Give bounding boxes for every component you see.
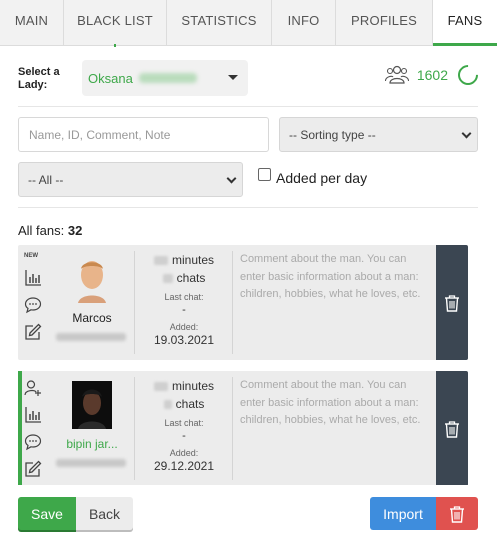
trash-icon (445, 420, 459, 438)
chat-icon[interactable] (24, 296, 42, 314)
added-date: 19.03.2021 (153, 333, 215, 347)
fan-stats: minutes chats Last chat: - Added: 19.03.… (136, 251, 232, 347)
fan-card: NEW Marcos minutes chats Last chat: - Ad… (18, 245, 468, 360)
added-label: Added: (169, 448, 199, 458)
fans-list: NEW Marcos minutes chats Last chat: - Ad… (18, 245, 480, 485)
divider (134, 251, 135, 354)
blurred-value (163, 399, 172, 409)
last-chat-label: Last chat: (164, 418, 204, 428)
tab-main[interactable]: MAIN (0, 0, 64, 46)
card-actions: NEW (24, 253, 44, 350)
blurred-value (153, 381, 168, 391)
minutes-line: minutes (136, 377, 232, 395)
all-fans-count: 32 (67, 223, 83, 238)
divider (18, 207, 478, 208)
chats-line: chats (136, 395, 232, 413)
delete-fan-button[interactable] (436, 245, 468, 360)
added-label: Added: (169, 322, 199, 332)
tab-label: BLACK LIST (77, 13, 153, 28)
fan-avatar[interactable] (72, 255, 112, 303)
fan-id-blurred (56, 459, 126, 467)
stats-icon[interactable] (24, 406, 42, 424)
minutes-line: minutes (136, 251, 232, 269)
lady-id-blurred (138, 73, 197, 83)
search-input[interactable]: Name, ID, Comment, Note (18, 117, 269, 152)
all-fans-label: All fans: (18, 223, 65, 238)
delete-fan-button[interactable] (436, 371, 468, 485)
caret-down-icon (228, 75, 238, 80)
blurred-value (162, 273, 173, 283)
divider (18, 106, 478, 107)
added-date: 29.12.2021 (153, 459, 215, 473)
fan-id-blurred (56, 333, 126, 341)
sorting-value: -- Sorting type -- (289, 127, 376, 142)
fan-name[interactable]: bipin jar... (54, 437, 130, 451)
added-per-day-checkbox[interactable] (258, 167, 271, 181)
chats-line: chats (136, 269, 232, 287)
trash-icon (445, 294, 459, 312)
blurred-value (153, 255, 168, 265)
lady-label-line1: Select a (18, 66, 60, 78)
lady-label-line2: Lady: (18, 79, 48, 91)
sorting-select[interactable]: -- Sorting type -- (279, 117, 478, 152)
all-fans-summary: All fans: 32 (18, 223, 82, 238)
tab-black-list[interactable]: BLACK LIST (64, 0, 167, 47)
chevron-down-icon (226, 173, 237, 184)
last-chat-value: - (182, 430, 186, 442)
edit-icon[interactable] (24, 460, 42, 478)
tab-info[interactable]: INFO (272, 0, 336, 46)
card-actions (24, 379, 44, 485)
edit-icon[interactable] (24, 323, 42, 341)
user-manage-icon[interactable] (24, 379, 42, 397)
divider (134, 377, 135, 480)
fan-name[interactable]: Marcos (54, 311, 130, 325)
tab-fans[interactable]: FANS (433, 0, 497, 46)
stats-icon[interactable] (24, 269, 42, 287)
tab-profiles[interactable]: PROFILES (336, 0, 433, 46)
minutes-label: minutes (171, 379, 215, 393)
added-per-day-toggle[interactable]: Added per day (258, 167, 368, 186)
chats-label: chats (175, 397, 205, 411)
fan-card: bipin jar... minutes chats Last chat: - … (18, 371, 468, 485)
delete-all-button[interactable] (436, 497, 478, 530)
active-indicator (18, 371, 22, 485)
comment-field[interactable]: Comment about the man. You can enter bas… (240, 377, 430, 430)
chevron-down-icon (461, 128, 472, 139)
tab-statistics[interactable]: STATISTICS (167, 0, 272, 46)
divider (232, 377, 233, 480)
fans-count: 1602 (384, 60, 483, 90)
minutes-label: minutes (171, 253, 215, 267)
lady-row: Select a Lady: Oksana 1602 (18, 60, 483, 96)
comment-field[interactable]: Comment about the man. You can enter bas… (240, 251, 430, 304)
fan-avatar[interactable] (72, 381, 112, 429)
lady-select[interactable]: Oksana (82, 60, 248, 96)
tab-indicator (114, 44, 116, 47)
save-button[interactable]: Save (18, 497, 76, 530)
chats-label: chats (176, 271, 206, 285)
last-chat-label: Last chat: (164, 292, 204, 302)
chat-icon[interactable] (24, 433, 42, 451)
period-value: -- All -- (28, 172, 64, 187)
divider (232, 251, 233, 354)
search-placeholder: Name, ID, Comment, Note (29, 127, 171, 142)
lady-name: Oksana (88, 70, 133, 86)
tab-bar: MAIN BLACK LIST STATISTICS INFO PROFILES… (0, 0, 497, 47)
fans-total: 1602 (416, 67, 448, 83)
last-chat-value: - (182, 304, 186, 316)
lady-label: Select a Lady: (18, 66, 60, 92)
fan-stats: minutes chats Last chat: - Added: 29.12.… (136, 377, 232, 473)
period-select[interactable]: -- All -- (18, 162, 243, 197)
trash-icon (450, 505, 464, 523)
import-button[interactable]: Import (370, 497, 436, 530)
users-icon (384, 65, 409, 84)
refresh-icon[interactable] (453, 60, 483, 90)
added-per-day-label: Added per day (276, 170, 368, 186)
back-button[interactable]: Back (76, 497, 133, 530)
new-badge: NEW (24, 253, 38, 259)
